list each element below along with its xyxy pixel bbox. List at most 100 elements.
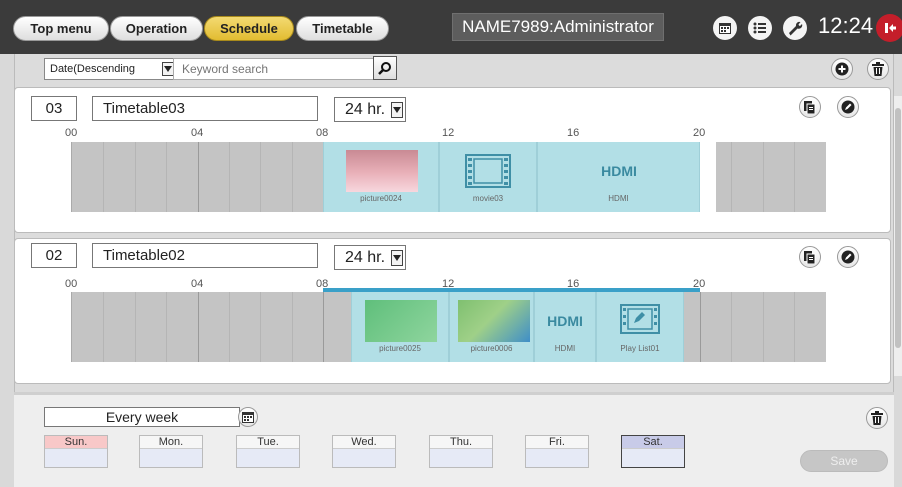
list-icon[interactable]	[748, 16, 772, 40]
timeline-tick-label: 20	[693, 127, 706, 139]
timeline-gridline	[794, 292, 795, 362]
timetable-name: Timetable02	[92, 243, 318, 268]
day-toggle-mon[interactable]: Mon.	[139, 435, 203, 468]
timeline-item-picture[interactable]: picture0024	[323, 142, 439, 212]
timeline-item-label: movie03	[472, 194, 504, 203]
timeline-gridline	[292, 142, 293, 212]
day-label: Tue.	[237, 436, 299, 449]
save-button[interactable]: Save	[800, 450, 888, 472]
film-icon	[465, 154, 511, 188]
day-toggle-wed[interactable]: Wed.	[332, 435, 396, 468]
timeline-track[interactable]: picture0024 movie03 HDMI HDMI	[71, 142, 826, 212]
chevron-down-icon	[391, 102, 403, 118]
timeline-gridline	[103, 292, 104, 362]
sort-select-value: Date(Descending	[50, 63, 135, 75]
timeline-item-movie[interactable]: movie03	[439, 142, 537, 212]
timeline-gridline	[763, 292, 764, 362]
logout-icon[interactable]	[876, 14, 902, 42]
timeline-tick-label: 08	[316, 127, 329, 139]
timeline-gridline	[323, 292, 324, 362]
day-toggle-tue[interactable]: Tue.	[236, 435, 300, 468]
timeline-gridline	[103, 142, 104, 212]
day-label: Wed.	[333, 436, 395, 449]
day-label: Mon.	[140, 436, 202, 449]
timeline-gridline	[198, 292, 199, 362]
trash-icon[interactable]	[867, 58, 889, 80]
tab-operation[interactable]: Operation	[110, 16, 203, 41]
timetable-card[interactable]: 02 Timetable02 24 hr. 00 04 08 12 16 20 pictu…	[14, 238, 891, 384]
timeline-item-label: picture0024	[360, 194, 402, 203]
add-icon[interactable]	[831, 58, 853, 80]
tab-timetable[interactable]: Timetable	[296, 16, 389, 41]
tab-top-menu[interactable]: Top menu	[13, 16, 109, 41]
day-toggle-fri[interactable]: Fri.	[525, 435, 589, 468]
calendar-icon[interactable]	[238, 407, 258, 427]
timeline-gridline	[731, 292, 732, 362]
timeline-tick-label: 04	[191, 278, 204, 290]
trash-icon[interactable]	[866, 407, 888, 429]
timetable-number: 03	[31, 96, 77, 121]
timeline-gridline	[166, 142, 167, 212]
timeline-item-playlist[interactable]: Play List01	[596, 292, 684, 362]
timetable-name: Timetable03	[92, 96, 318, 121]
tab-schedule[interactable]: Schedule	[204, 16, 294, 41]
timeline-gridline	[229, 142, 230, 212]
timeline-gridline	[198, 142, 199, 212]
edit-icon[interactable]	[837, 246, 859, 268]
day-toggle-thu[interactable]: Thu.	[429, 435, 493, 468]
calendar-icon[interactable]	[713, 16, 737, 40]
timetable-hours-select[interactable]: 24 hr.	[334, 245, 406, 270]
timetable-hours-select[interactable]: 24 hr.	[334, 97, 406, 122]
timeline-tick-label: 04	[191, 127, 204, 139]
scrollbar-thumb[interactable]	[895, 108, 901, 348]
schedule-settings: Every week Sun. Mon. Tue. Wed. Thu. Fri. Sat. …	[14, 392, 894, 487]
timeline-end-marker	[700, 142, 716, 212]
clock-display: 12:24	[818, 13, 874, 38]
timetable-card[interactable]: 03 Timetable03 24 hr. 00 04 08 12 16 20 pictu…	[14, 87, 891, 233]
timeline-item-label: Play List01	[620, 344, 660, 353]
timeline-tick-label: 00	[65, 127, 78, 139]
timeline-item-hdmi[interactable]: HDMI HDMI	[537, 142, 700, 212]
edit-icon[interactable]	[837, 96, 859, 118]
timeline-gridline	[260, 142, 261, 212]
wrench-icon[interactable]	[783, 16, 807, 40]
copy-icon[interactable]	[799, 246, 821, 268]
hours-select-value: 24 hr.	[345, 101, 386, 118]
timetable-number: 02	[31, 243, 77, 268]
timeline-gridline	[260, 292, 261, 362]
day-toggle-sat[interactable]: Sat.	[621, 435, 685, 468]
thumbnail-image	[365, 300, 437, 342]
timeline-tick-label: 16	[567, 127, 580, 139]
svg-text:HDMI: HDMI	[547, 314, 583, 328]
timeline-tick-label: 12	[442, 127, 455, 139]
timeline-item-picture[interactable]: picture0025	[351, 292, 449, 362]
copy-icon[interactable]	[799, 96, 821, 118]
timeline-gridline	[166, 292, 167, 362]
sort-select[interactable]: Date(Descending	[44, 58, 177, 80]
thumbnail-image	[458, 300, 530, 342]
top-bar: Top menu Operation Schedule Timetable NA…	[0, 0, 902, 54]
svg-text:HDMI: HDMI	[601, 164, 637, 178]
search-button[interactable]	[373, 56, 397, 80]
hdmi-icon: HDMI	[547, 314, 583, 328]
toolbar: Date(Descending	[15, 54, 895, 86]
timeline-active-strip	[323, 288, 700, 292]
day-label: Fri.	[526, 436, 588, 449]
day-label: Thu.	[430, 436, 492, 449]
timeline-item-label: picture0025	[379, 344, 421, 353]
timeline-item-label: HDMI	[608, 194, 629, 203]
timeline-item-label: HDMI	[554, 344, 576, 353]
day-label: Sun.	[45, 436, 107, 449]
timeline-gridline	[794, 142, 795, 212]
timeline-gridline	[700, 292, 701, 362]
search-input[interactable]	[173, 58, 375, 80]
chevron-down-icon	[391, 250, 403, 266]
timeline-gridline	[292, 292, 293, 362]
playlist-icon	[620, 304, 660, 334]
day-toggle-sun[interactable]: Sun.	[44, 435, 108, 468]
timeline-item-picture[interactable]: picture0006	[449, 292, 534, 362]
repeat-mode-field[interactable]: Every week	[44, 407, 240, 427]
timeline-track[interactable]: picture0025 picture0006 HDMI HDMI Play List0…	[71, 288, 826, 362]
timeline-item-hdmi[interactable]: HDMI HDMI	[534, 292, 596, 362]
hours-select-value: 24 hr.	[345, 249, 386, 266]
